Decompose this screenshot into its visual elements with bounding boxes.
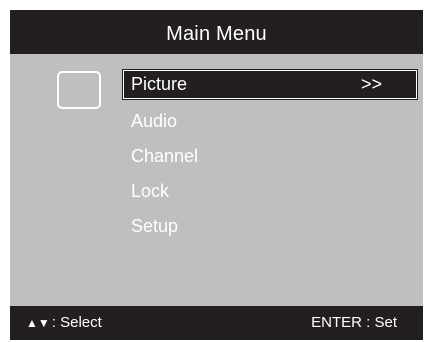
enter-set-hint: ENTER : Set [311,314,397,331]
menu-item-label: Channel [131,146,199,166]
footer-bar: ▲▼ : Select ENTER : Set [10,306,423,340]
menu-item-label: Picture [131,74,188,94]
menu-title: Main Menu [166,22,267,45]
up-down-arrows-icon: ▲▼ [26,315,50,330]
menu-item-channel[interactable]: Channel [122,139,418,174]
menu-item-label: Lock [131,181,170,201]
select-hint-label: : Select [51,314,102,331]
picture-frame-icon [57,71,101,109]
menu-item-setup[interactable]: Setup [122,209,418,244]
title-bar: Main Menu [10,10,423,54]
menu-item-label: Audio [131,111,178,131]
menu-list: Picture >> Audio Channel Lock Setup [122,69,418,244]
menu-item-picture[interactable]: Picture >> [122,69,418,100]
menu-item-lock[interactable]: Lock [122,174,418,209]
menu-item-label: Setup [131,216,179,236]
footer-select-hint: ▲▼ : Select [26,314,102,331]
menu-item-audio[interactable]: Audio [122,104,418,139]
submenu-arrow-icon: >> [360,74,382,94]
main-menu-panel: Main Menu Picture >> Audio Channel Lock … [10,10,423,340]
